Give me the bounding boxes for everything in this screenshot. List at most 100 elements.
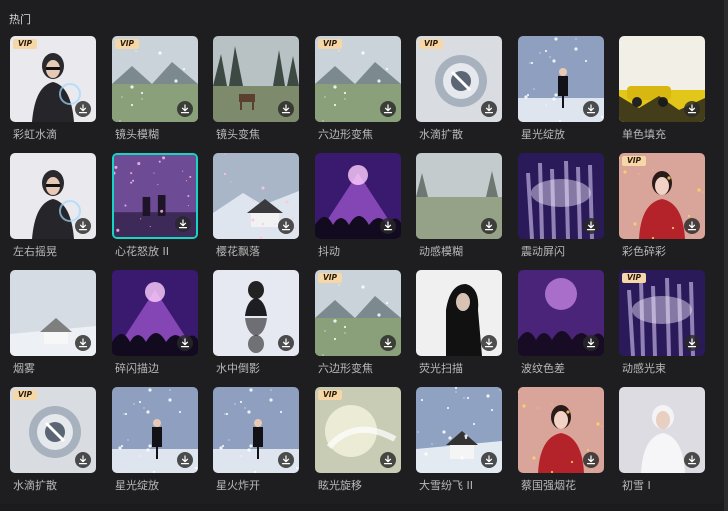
download-icon[interactable]: [583, 101, 599, 117]
effect-card[interactable]: 大雪纷飞 II: [416, 387, 502, 492]
effect-thumbnail[interactable]: [213, 36, 299, 122]
download-icon[interactable]: [75, 101, 91, 117]
effect-thumbnail[interactable]: VIP: [112, 36, 198, 122]
effect-label: 大雪纷飞 II: [419, 479, 473, 492]
download-icon[interactable]: [380, 335, 396, 351]
effect-thumbnail[interactable]: [416, 270, 502, 356]
effect-thumbnail[interactable]: [315, 153, 401, 239]
download-icon[interactable]: [684, 218, 700, 234]
effect-card[interactable]: 单色填充: [619, 36, 705, 141]
download-icon[interactable]: [380, 101, 396, 117]
effect-card[interactable]: VIP 镜头模糊: [112, 36, 198, 141]
scrollbar[interactable]: [724, 0, 728, 511]
effect-card[interactable]: 镜头变焦: [213, 36, 299, 141]
effect-thumbnail[interactable]: [213, 270, 299, 356]
vip-badge: VIP: [419, 39, 443, 49]
download-icon[interactable]: [75, 218, 91, 234]
effect-thumbnail[interactable]: VIP: [315, 36, 401, 122]
download-icon[interactable]: [175, 216, 191, 232]
effect-card[interactable]: 水中倒影: [213, 270, 299, 375]
download-icon[interactable]: [583, 452, 599, 468]
download-icon[interactable]: [177, 452, 193, 468]
effect-thumbnail[interactable]: [518, 387, 604, 473]
download-icon[interactable]: [278, 335, 294, 351]
effects-panel: 热门 VIP 彩虹水滴 VIP 镜头模糊 镜头变焦 VIP 六边形变焦 VIP 水滴扩散 星光绽放…: [0, 0, 724, 504]
effect-card[interactable]: VIP 彩虹水滴: [10, 36, 96, 141]
effect-card[interactable]: VIP 水滴扩散: [10, 387, 96, 492]
effect-thumbnail[interactable]: VIP: [10, 387, 96, 473]
effect-thumbnail[interactable]: [518, 153, 604, 239]
download-icon[interactable]: [583, 335, 599, 351]
effect-card[interactable]: 星火炸开: [213, 387, 299, 492]
download-icon[interactable]: [278, 218, 294, 234]
download-icon[interactable]: [684, 335, 700, 351]
effect-card[interactable]: 烟雾: [10, 270, 96, 375]
effect-label: 烟雾: [13, 362, 35, 375]
download-icon[interactable]: [278, 101, 294, 117]
effect-card[interactable]: VIP 六边形变焦: [315, 36, 401, 141]
effect-card[interactable]: 左右摇晃: [10, 153, 96, 258]
effect-label: 镜头模糊: [115, 128, 159, 141]
effect-card[interactable]: 震动屏闪: [518, 153, 604, 258]
effect-card[interactable]: 心花怒放 II: [112, 153, 198, 258]
effect-card[interactable]: VIP 六边形变焦: [315, 270, 401, 375]
effect-card[interactable]: VIP 彩色碎彩: [619, 153, 705, 258]
effect-label: 荧光扫描: [419, 362, 463, 375]
effect-thumbnail[interactable]: [112, 387, 198, 473]
download-icon[interactable]: [481, 335, 497, 351]
effect-thumbnail[interactable]: [112, 153, 198, 239]
effect-thumbnail[interactable]: [619, 387, 705, 473]
effect-label: 星光绽放: [115, 479, 159, 492]
effect-card[interactable]: VIP 动感光束: [619, 270, 705, 375]
effect-thumbnail[interactable]: [213, 387, 299, 473]
effect-thumbnail[interactable]: [10, 270, 96, 356]
effect-thumbnail[interactable]: VIP: [619, 270, 705, 356]
effect-thumbnail[interactable]: [213, 153, 299, 239]
effect-card[interactable]: 蔡国强烟花: [518, 387, 604, 492]
effect-card[interactable]: 初雪 I: [619, 387, 705, 492]
effect-thumbnail[interactable]: [112, 270, 198, 356]
download-icon[interactable]: [684, 452, 700, 468]
download-icon[interactable]: [481, 452, 497, 468]
effect-card[interactable]: 碎闪描边: [112, 270, 198, 375]
effect-card[interactable]: VIP 眩光旋移: [315, 387, 401, 492]
effect-label: 星火炸开: [216, 479, 260, 492]
effect-thumbnail[interactable]: VIP: [619, 153, 705, 239]
effect-thumbnail[interactable]: VIP: [315, 270, 401, 356]
effect-card[interactable]: 荧光扫描: [416, 270, 502, 375]
effect-thumbnail[interactable]: [416, 387, 502, 473]
effect-label: 镜头变焦: [216, 128, 260, 141]
vip-badge: VIP: [622, 156, 646, 166]
effect-thumbnail[interactable]: [10, 153, 96, 239]
download-icon[interactable]: [380, 452, 396, 468]
effect-card[interactable]: 动感模糊: [416, 153, 502, 258]
effect-thumbnail[interactable]: VIP: [315, 387, 401, 473]
download-icon[interactable]: [481, 101, 497, 117]
effect-card[interactable]: 樱花飘落: [213, 153, 299, 258]
effect-label: 动感光束: [622, 362, 666, 375]
download-icon[interactable]: [583, 218, 599, 234]
download-icon[interactable]: [177, 335, 193, 351]
effect-card[interactable]: 星光绽放: [518, 36, 604, 141]
effect-thumbnail[interactable]: [518, 36, 604, 122]
download-icon[interactable]: [75, 452, 91, 468]
vip-badge: VIP: [318, 390, 342, 400]
effect-label: 樱花飘落: [216, 245, 260, 258]
effect-card[interactable]: 星光绽放: [112, 387, 198, 492]
effect-label: 六边形变焦: [318, 362, 373, 375]
download-icon[interactable]: [177, 101, 193, 117]
download-icon[interactable]: [380, 218, 396, 234]
effect-thumbnail[interactable]: [416, 153, 502, 239]
download-icon[interactable]: [75, 335, 91, 351]
effect-card[interactable]: 波纹色差: [518, 270, 604, 375]
effect-label: 眩光旋移: [318, 479, 362, 492]
download-icon[interactable]: [278, 452, 294, 468]
download-icon[interactable]: [684, 101, 700, 117]
effect-card[interactable]: VIP 水滴扩散: [416, 36, 502, 141]
effect-thumbnail[interactable]: VIP: [416, 36, 502, 122]
download-icon[interactable]: [481, 218, 497, 234]
effect-thumbnail[interactable]: VIP: [10, 36, 96, 122]
effect-card[interactable]: 抖动: [315, 153, 401, 258]
effect-thumbnail[interactable]: [619, 36, 705, 122]
effect-thumbnail[interactable]: [518, 270, 604, 356]
